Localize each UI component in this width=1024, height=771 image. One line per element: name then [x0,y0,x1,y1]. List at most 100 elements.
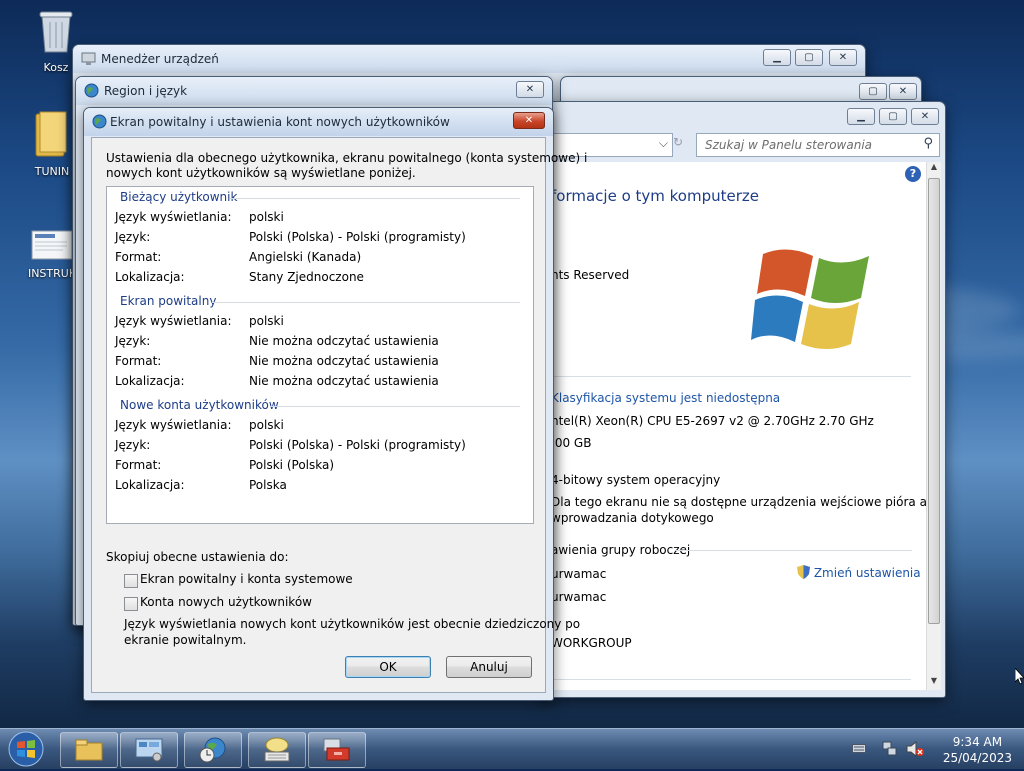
pen-touch-value-2: wprowadzania dotykowego [551,511,714,525]
new-accounts-checkbox-label[interactable]: Konta nowych użytkowników [140,595,312,609]
pen-touch-value: Dla tego ekranu nie są dostępne urządzen… [551,495,938,509]
clock-date: 25/04/2023 [942,751,1012,765]
help-icon[interactable]: ? [905,166,921,182]
divider [230,198,520,199]
row-label: Lokalizacja: [115,374,185,388]
row-value: Polski (Polska) - Polski (programisty) [249,438,466,452]
maximize-button[interactable]: ▢ [795,49,823,66]
row-label: Język: [115,438,151,452]
desktop-icon-label: Kosz [43,61,69,74]
welcome-screen-checkbox-label[interactable]: Ekran powitalny i konta systemowe [140,572,353,586]
new-accounts-checkbox[interactable] [124,597,138,611]
divider [541,376,911,377]
intro-text-2: nowych kont użytkowników są wyświetlane … [106,166,416,180]
dialog-titlebar[interactable]: Ekran powitalny i ustawienia kont nowych… [84,108,553,136]
scrollbar[interactable]: ▲ ▼ [926,162,941,690]
chevron-down-icon[interactable]: ⌵ [659,136,668,151]
close-button[interactable]: ✕ [829,49,857,66]
device-manager-titlebar[interactable]: Menedżer urządzeń ▁ ▢ ✕ [73,45,865,73]
row-label: Lokalizacja: [115,270,185,284]
row-value: Polski (Polska) [249,458,335,472]
system-window[interactable]: ▁ ▢ ✕ ⌵ ↻ Szukaj w Panelu sterowania ⚲ f… [540,101,946,698]
globe-icon [92,114,107,129]
rating-link[interactable]: Klasyfikacja systemu jest niedostępna [551,391,780,405]
taskbar-explorer-button[interactable] [60,732,118,768]
copy-settings-label: Skopiuj obecne ustawienia do: [106,550,289,564]
section-heading-current-user: Bieżący użytkownik [120,190,238,204]
workgroup-value: WORKGROUP [551,636,632,650]
maximize-button[interactable]: ▢ [859,83,887,100]
cancel-button[interactable]: Anuluj [446,656,532,678]
row-value: Nie można odczytać ustawienia [249,374,439,388]
row-label: Język wyświetlania: [115,314,232,328]
scroll-up-arrow-icon[interactable]: ▲ [928,162,940,176]
row-label: Język wyświetlania: [115,210,232,224]
section-heading-new-accounts: Nowe konta użytkowników [120,398,279,412]
close-button[interactable]: ✕ [911,108,939,125]
change-settings-link[interactable]: Zmień ustawienia [797,565,921,580]
welcome-screen-settings-dialog[interactable]: Ekran powitalny i ustawienia kont nowych… [83,107,587,701]
settings-panel: Bieżący użytkownik Język wyświetlania: p… [106,186,534,524]
row-value: Stany Zjednoczone [249,270,364,284]
note-text-2: ekranie powitalnym. [124,633,247,647]
row-value: Polski (Polska) - Polski (programisty) [249,230,466,244]
folder-icon [75,739,103,764]
row-label: Lokalizacja: [115,478,185,492]
system-content: formacje o tym komputerze nts Reserved K… [541,162,938,690]
refresh-icon[interactable]: ↻ [668,135,688,155]
row-label: Język: [115,334,151,348]
close-button[interactable]: ✕ [513,112,545,129]
start-button[interactable] [6,730,46,768]
search-box[interactable]: Szukaj w Panelu sterowania ⚲ [696,133,940,157]
taskbar-keyboard-button[interactable] [248,732,306,768]
row-label: Format: [115,458,162,472]
row-label: Format: [115,354,162,368]
desktop-icon-label: INSTRUK [27,267,77,280]
note-text: Język wyświetlania nowych kont użytkowni… [124,617,581,631]
search-input[interactable]: Szukaj w Panelu sterowania [705,138,872,152]
dialog-title: Ekran powitalny i ustawienia kont nowych… [110,115,450,129]
control-panel-icon [135,738,163,765]
full-computer-name-value: urwamac [551,590,607,604]
region-language-titlebar[interactable]: Region i język ✕ [76,77,552,105]
system-clock[interactable]: 9:34 AM 25/04/2023 [943,734,1012,766]
close-button[interactable]: ✕ [516,81,544,98]
close-button[interactable]: ✕ [889,83,917,100]
row-label: Język wyświetlania: [115,418,232,432]
device-manager-icon [81,51,96,66]
row-label: Format: [115,250,162,264]
cpu-value: ntel(R) Xeon(R) CPU E5-2697 v2 @ 2.70GHz… [551,414,874,428]
maximize-button[interactable]: ▢ [879,108,907,125]
row-value: Angielski (Kanada) [249,250,362,264]
clock-time: 9:34 AM [952,735,1003,749]
desktop-icon-label: TUNIN [34,165,70,178]
row-label: Język: [115,230,151,244]
page-heading: formacje o tym komputerze [551,187,760,205]
search-icon[interactable]: ⚲ [923,136,933,151]
welcome-screen-checkbox[interactable] [124,574,138,588]
copyright-text: nts Reserved [551,268,630,282]
scroll-down-arrow-icon[interactable]: ▼ [928,676,940,690]
taskbar-region-button[interactable] [184,732,242,768]
dialog-body: Ustawienia dla obecnego użytkownika, ekr… [91,137,587,693]
mouse-cursor [1014,666,1024,689]
taskbar-control-panel-button[interactable] [120,732,178,768]
scroll-thumb[interactable] [928,178,940,624]
keyboard-tray-icon[interactable] [852,742,866,757]
minimize-button[interactable]: ▁ [763,49,791,66]
region-language-title: Region i język [104,84,188,98]
ram-value: .00 GB [551,436,592,450]
ok-button[interactable]: OK [345,656,431,678]
intro-text: Ustawienia dla obecnego użytkownika, ekr… [106,151,588,165]
change-settings-label[interactable]: Zmień ustawienia [814,566,921,580]
shield-icon [797,565,810,579]
toolbox-icon [323,738,351,765]
divider [676,550,912,551]
row-value: polski [249,418,284,432]
taskbar-toolbox-button[interactable] [308,732,366,768]
volume-muted-icon[interactable] [906,740,924,760]
divider [270,406,520,407]
minimize-button[interactable]: ▁ [847,108,875,125]
network-icon[interactable] [882,741,898,760]
section-heading-welcome-screen: Ekran powitalny [120,294,217,308]
